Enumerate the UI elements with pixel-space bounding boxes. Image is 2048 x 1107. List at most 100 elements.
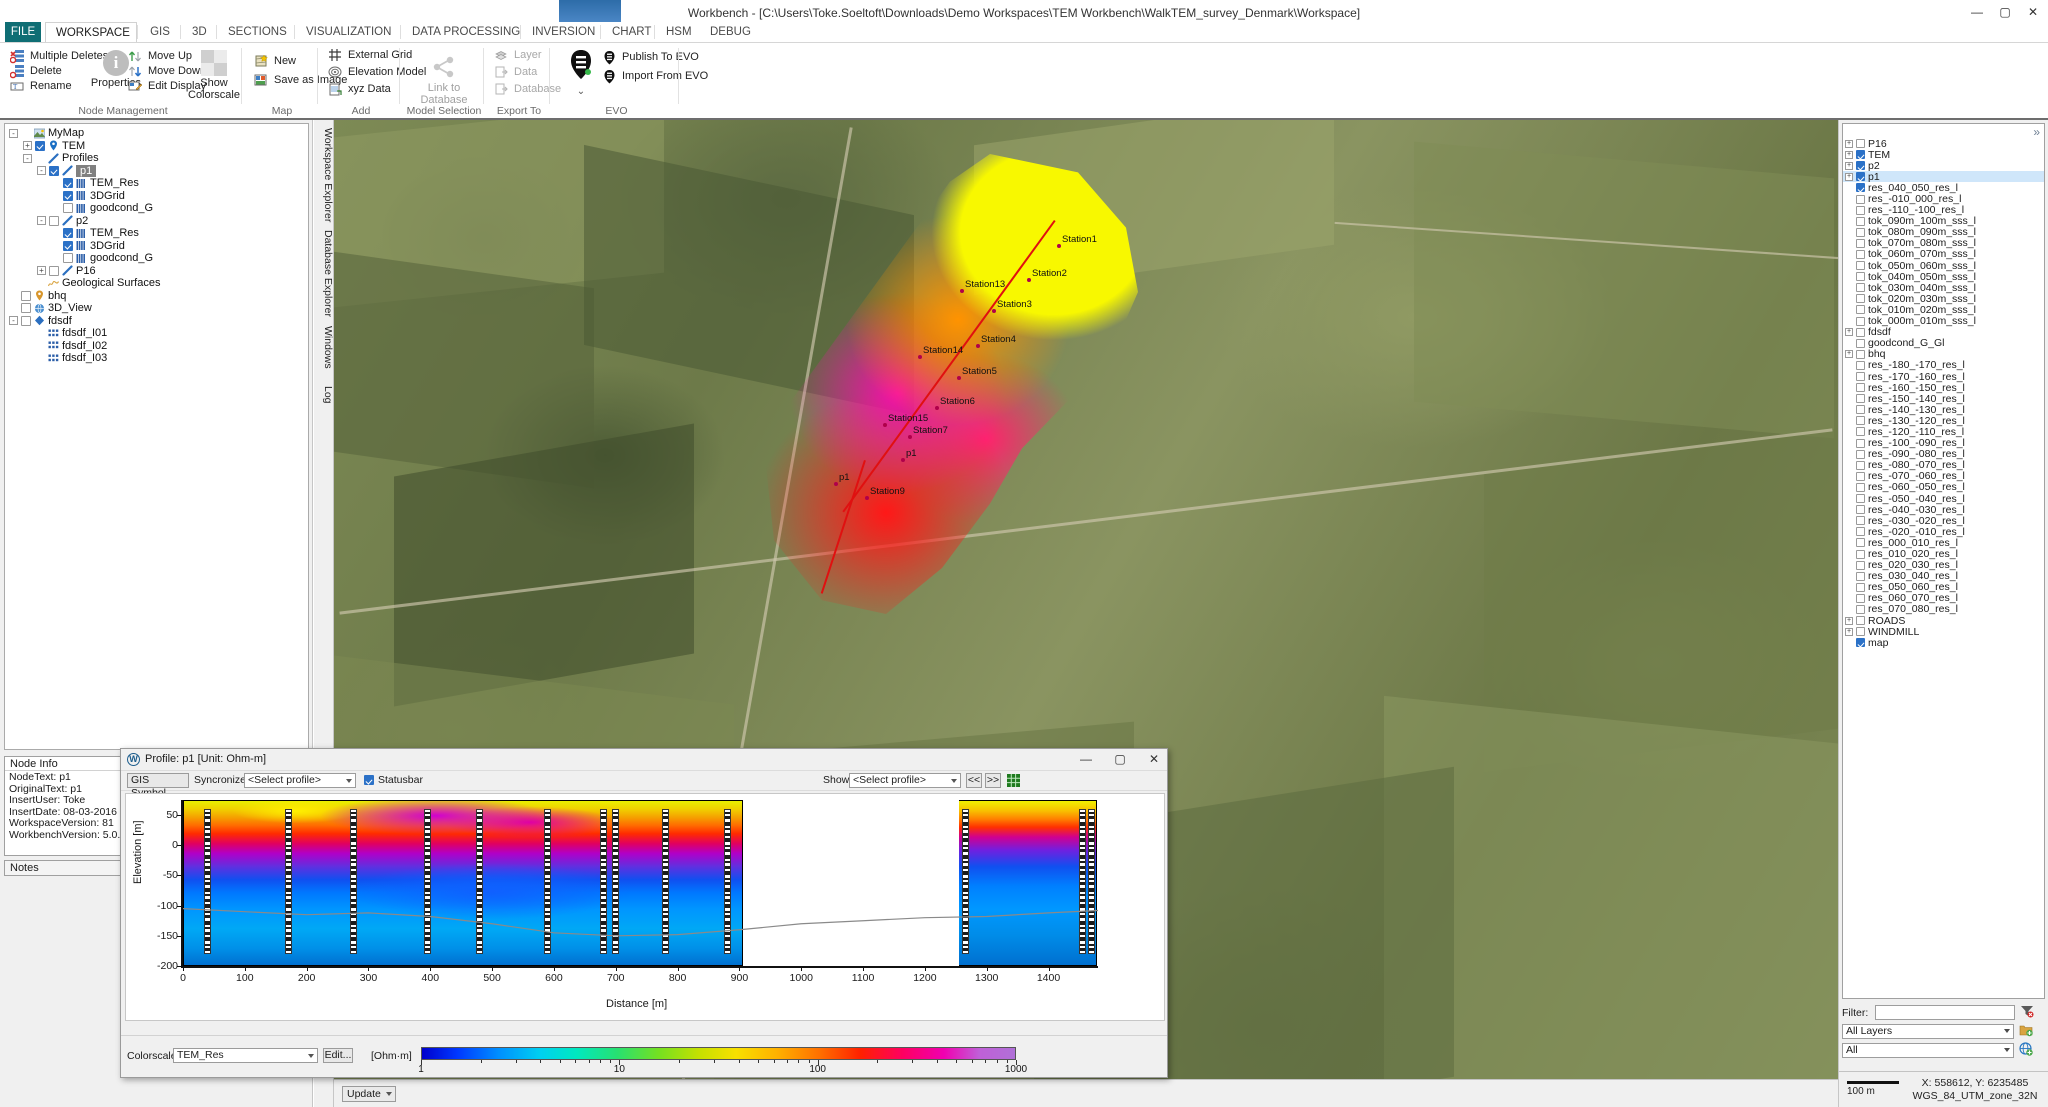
layer-checkbox[interactable] (1856, 250, 1865, 259)
show-select[interactable]: <Select profile> (849, 773, 961, 788)
layer-row[interactable]: res_-150_-140_res_l (1843, 393, 2044, 404)
layer-checkbox[interactable] (1856, 405, 1865, 414)
layer-checkbox[interactable] (1856, 394, 1865, 403)
expand-icon[interactable]: + (1845, 151, 1853, 159)
layer-row[interactable]: +fdsdf (1843, 327, 2044, 338)
tab-workspace[interactable]: WORKSPACE (45, 22, 137, 42)
dock-tab-windows[interactable]: Windows (314, 322, 334, 373)
layer-checkbox[interactable] (1856, 472, 1865, 481)
filter-input[interactable] (1875, 1005, 2015, 1020)
minimize-button[interactable]: — (1970, 5, 1984, 19)
layer-checkbox[interactable] (1856, 217, 1865, 226)
layer-row[interactable]: res_-180_-170_res_l (1843, 360, 2044, 371)
tree-node-bhq[interactable]: bhq (5, 290, 308, 302)
export-database-button[interactable]: Database (494, 80, 561, 98)
close-button[interactable]: ✕ (2026, 5, 2040, 19)
map-station-label[interactable]: Station7 (913, 425, 948, 436)
tree-node-checkbox[interactable] (49, 216, 59, 226)
profile-maximize-button[interactable]: ▢ (1113, 752, 1127, 766)
colorscale-select[interactable]: TEM_Res (173, 1048, 318, 1063)
layer-panel-expand-icon[interactable]: » (2033, 125, 2040, 139)
layer-row[interactable]: goodcond_G_Gl (1843, 338, 2044, 349)
workspace-tree[interactable]: -MyMap+TEM-Profiles-p1TEM_Res3DGridgoodc… (4, 123, 309, 750)
layer-checkbox[interactable] (1856, 427, 1865, 436)
tree-node-tem-res[interactable]: TEM_Res (5, 227, 308, 239)
layer-checkbox[interactable] (1856, 361, 1865, 370)
layer-checkbox[interactable] (1856, 183, 1865, 192)
layer-row[interactable]: res_-140_-130_res_l (1843, 404, 2044, 415)
clear-filter-icon[interactable] (2018, 1004, 2036, 1021)
map-station-label[interactable]: Station4 (981, 334, 1016, 345)
layer-row[interactable]: res_020_030_res_l (1843, 560, 2044, 571)
layer-checkbox[interactable] (1856, 605, 1865, 614)
tree-node-checkbox[interactable] (63, 191, 73, 201)
dock-tab-database-explorer[interactable]: Database Explorer (314, 226, 334, 321)
tab-data-processing[interactable]: DATA PROCESSING (402, 22, 520, 42)
layer-checkbox[interactable] (1856, 195, 1865, 204)
add-web-layer-icon[interactable] (2017, 1042, 2035, 1059)
profile-window[interactable]: W Profile: p1 [Unit: Ohm-m] — ▢ ✕ GIS Sy… (120, 748, 1168, 1078)
collapse-icon[interactable]: - (23, 154, 32, 163)
expand-icon[interactable]: + (1845, 617, 1853, 625)
layer-checkbox[interactable] (1856, 383, 1865, 392)
layer-checkbox[interactable] (1856, 228, 1865, 237)
profile-grid-icon[interactable] (1007, 774, 1020, 787)
layer-checkbox[interactable] (1856, 339, 1865, 348)
publish-to-evo-button[interactable]: Publish To EVO (602, 48, 699, 66)
map-station-label[interactable]: Station6 (940, 396, 975, 407)
layer-checkbox[interactable] (1856, 583, 1865, 592)
evo-menu-button[interactable]: ⌄ (560, 48, 602, 97)
layer-row[interactable]: res_-030_-020_res_l (1843, 515, 2044, 526)
layer-row[interactable]: +WINDMILL (1843, 626, 2044, 637)
expand-icon[interactable]: + (1845, 328, 1853, 336)
layer-scope-select[interactable]: All Layers (1842, 1024, 2014, 1039)
layer-row[interactable]: res_-090_-080_res_l (1843, 449, 2044, 460)
layer-checkbox[interactable] (1856, 572, 1865, 581)
tab-gis[interactable]: GIS (140, 22, 180, 42)
layer-row[interactable]: +bhq (1843, 349, 2044, 360)
tree-node-checkbox[interactable] (49, 166, 59, 176)
map-station-label[interactable]: Station5 (962, 366, 997, 377)
tab-sections[interactable]: SECTIONS (218, 22, 294, 42)
layer-row[interactable]: +p2 (1843, 160, 2044, 171)
layer-row[interactable]: tok_000m_010m_sss_l (1843, 316, 2044, 327)
layer-row[interactable]: res_-040_-030_res_l (1843, 504, 2044, 515)
new-map-button[interactable]: New (254, 52, 296, 70)
statusbar-checkbox[interactable] (364, 775, 374, 785)
layer-checkbox[interactable] (1856, 594, 1865, 603)
layer-checkbox[interactable] (1856, 616, 1865, 625)
evo-dropdown-caret-icon[interactable]: ⌄ (560, 86, 602, 97)
type-scope-select[interactable]: All (1842, 1043, 2014, 1058)
profile-plot[interactable]: Elevation [m] 500-50-100-150-200 0100200… (125, 793, 1165, 1021)
layer-checkbox[interactable] (1856, 416, 1865, 425)
update-button[interactable]: Update (342, 1086, 396, 1102)
map-station-label[interactable]: p1 (906, 448, 917, 459)
layer-checkbox[interactable] (1856, 261, 1865, 270)
tree-node-fdsdf-i02[interactable]: fdsdf_I02 (5, 340, 308, 352)
expand-icon[interactable]: + (1845, 162, 1853, 170)
layer-checkbox[interactable] (1856, 283, 1865, 292)
layer-row[interactable]: tok_060m_070m_sss_l (1843, 249, 2044, 260)
layer-checkbox[interactable] (1856, 439, 1865, 448)
tree-node-geological-surfaces[interactable]: Geological Surfaces (5, 277, 308, 289)
tab-inversion[interactable]: INVERSION (522, 22, 600, 42)
show-colorscale-button[interactable]: Show Colorscale (182, 50, 246, 101)
expand-icon[interactable]: + (1845, 140, 1853, 148)
tree-node-goodcond-g[interactable]: goodcond_G (5, 252, 308, 264)
tree-node-checkbox[interactable] (63, 228, 73, 238)
xyz-data-button[interactable]: xyz Data (328, 80, 391, 98)
layer-checkbox[interactable] (1856, 638, 1865, 647)
dock-tab-workspace-explorer[interactable]: Workspace Explorer (314, 124, 334, 226)
tab-chart[interactable]: CHART (602, 22, 654, 42)
layer-row[interactable]: res_-110_-100_res_l (1843, 205, 2044, 216)
layer-row[interactable]: tok_040m_050m_sss_l (1843, 271, 2044, 282)
layer-row[interactable]: +TEM (1843, 149, 2044, 160)
expand-icon[interactable]: + (1845, 628, 1853, 636)
layer-list[interactable]: » +P16+TEM+p2+p1res_040_050_res_lres_-01… (1842, 123, 2045, 999)
add-layer-folder-icon[interactable] (2017, 1023, 2035, 1040)
tree-node-checkbox[interactable] (21, 291, 31, 301)
tree-node-tem[interactable]: +TEM (5, 140, 308, 152)
tree-node-p16[interactable]: +P16 (5, 265, 308, 277)
layer-row[interactable]: res_-100_-090_res_l (1843, 438, 2044, 449)
collapse-icon[interactable]: - (37, 166, 46, 175)
